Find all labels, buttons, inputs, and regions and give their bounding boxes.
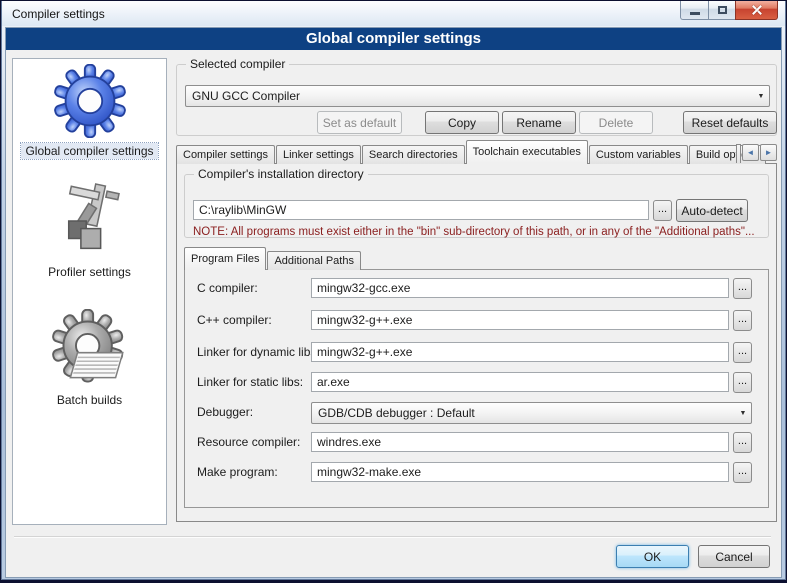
sidebar-item-global-compiler-settings[interactable]: Global compiler settings: [13, 64, 166, 159]
tab-partial[interactable]: [736, 144, 741, 163]
blue-gear-icon: [53, 64, 127, 138]
debugger-select[interactable]: GDB/CDB debugger : Default ▼: [311, 402, 752, 424]
browse-resource-compiler-button[interactable]: ...: [733, 432, 752, 453]
minimize-icon: [690, 12, 700, 15]
debugger-select-value: GDB/CDB debugger : Default: [312, 406, 735, 420]
tab-scroll-right-icon[interactable]: ►: [760, 144, 777, 161]
program-files-panel: C compiler: ... C++ compiler: ... Linker…: [184, 269, 769, 508]
sidebar-item-batch-builds[interactable]: Batch builds: [13, 309, 166, 408]
sidebar-item-label: Global compiler settings: [21, 143, 157, 159]
installation-directory-group-label: Compiler's installation directory: [194, 167, 368, 181]
reset-defaults-button[interactable]: Reset defaults: [683, 111, 777, 134]
compiler-select[interactable]: GNU GCC Compiler ▼: [185, 85, 770, 107]
tab-toolchain-executables[interactable]: Toolchain executables: [466, 140, 588, 164]
static-linker-input[interactable]: [311, 372, 729, 392]
close-icon: [751, 4, 763, 16]
toolchain-subtabs: Program Files Additional Paths: [184, 247, 362, 270]
field-label: C compiler:: [197, 281, 258, 295]
tab-scroll-buttons: ◄ ►: [742, 144, 777, 161]
make-program-input[interactable]: [311, 462, 729, 482]
maximize-button[interactable]: [708, 1, 736, 20]
window-controls: [681, 1, 778, 20]
browse-make-program-button[interactable]: ...: [733, 462, 752, 483]
delete-button[interactable]: Delete: [579, 111, 653, 134]
compiler-settings-tabs: Compiler settings Linker settings Search…: [176, 140, 767, 164]
c-compiler-input[interactable]: [311, 278, 729, 298]
compiler-select-value: GNU GCC Compiler: [186, 89, 753, 103]
resource-compiler-input[interactable]: [311, 432, 729, 452]
maximize-icon: [718, 6, 727, 14]
field-label: Linker for dynamic libs:: [197, 345, 320, 359]
tab-linker-settings[interactable]: Linker settings: [276, 145, 361, 164]
cpp-compiler-input[interactable]: [311, 310, 729, 330]
browse-directory-button[interactable]: ...: [653, 200, 672, 221]
chevron-down-icon: ▼: [735, 410, 751, 417]
tab-search-directories[interactable]: Search directories: [362, 145, 465, 164]
sidebar-item-label: Profiler settings: [44, 264, 135, 280]
gray-gear-icon: [51, 309, 129, 387]
dynamic-linker-input[interactable]: [311, 342, 729, 362]
field-label: Resource compiler:: [197, 435, 300, 449]
close-button[interactable]: [735, 1, 778, 20]
minimize-button[interactable]: [680, 1, 709, 20]
chevron-down-icon: ▼: [753, 93, 769, 100]
installation-directory-input[interactable]: [193, 200, 649, 220]
tab-compiler-settings[interactable]: Compiler settings: [176, 145, 275, 164]
page-title: Global compiler settings: [6, 28, 781, 50]
field-label: Make program:: [197, 465, 278, 479]
copy-button[interactable]: Copy: [425, 111, 499, 134]
installation-directory-group: Compiler's installation directory ... Au…: [184, 174, 769, 238]
field-label: C++ compiler:: [197, 313, 272, 327]
field-label: Debugger:: [197, 405, 253, 419]
selected-compiler-group: Selected compiler GNU GCC Compiler ▼ Set…: [176, 64, 777, 136]
tab-custom-variables[interactable]: Custom variables: [589, 145, 688, 164]
subtab-program-files[interactable]: Program Files: [184, 247, 266, 270]
browse-cpp-compiler-button[interactable]: ...: [733, 310, 752, 331]
selected-compiler-group-label: Selected compiler: [186, 57, 289, 71]
caliper-icon: [52, 183, 128, 259]
sidebar-item-label: Batch builds: [53, 392, 126, 408]
rename-button[interactable]: Rename: [502, 111, 576, 134]
cancel-button[interactable]: Cancel: [698, 545, 770, 568]
browse-c-compiler-button[interactable]: ...: [733, 278, 752, 299]
browse-dynamic-linker-button[interactable]: ...: [733, 342, 752, 363]
bin-subdirectory-note: NOTE: All programs must exist either in …: [193, 226, 763, 238]
footer-divider: [14, 536, 771, 538]
browse-static-linker-button[interactable]: ...: [733, 372, 752, 393]
settings-category-list: Global compiler settings Profiler settin…: [12, 58, 167, 525]
sidebar-item-profiler-settings[interactable]: Profiler settings: [13, 183, 166, 280]
auto-detect-button[interactable]: Auto-detect: [676, 199, 748, 222]
title-bar[interactable]: Compiler settings: [2, 1, 785, 26]
compiler-settings-window: Compiler settings Global compiler settin…: [0, 0, 787, 583]
ok-button[interactable]: OK: [616, 545, 689, 568]
field-label: Linker for static libs:: [197, 375, 303, 389]
tab-scroll-left-icon[interactable]: ◄: [742, 144, 759, 161]
window-title: Compiler settings: [12, 7, 105, 21]
set-as-default-button[interactable]: Set as default: [317, 111, 402, 134]
subtab-additional-paths[interactable]: Additional Paths: [267, 251, 361, 270]
